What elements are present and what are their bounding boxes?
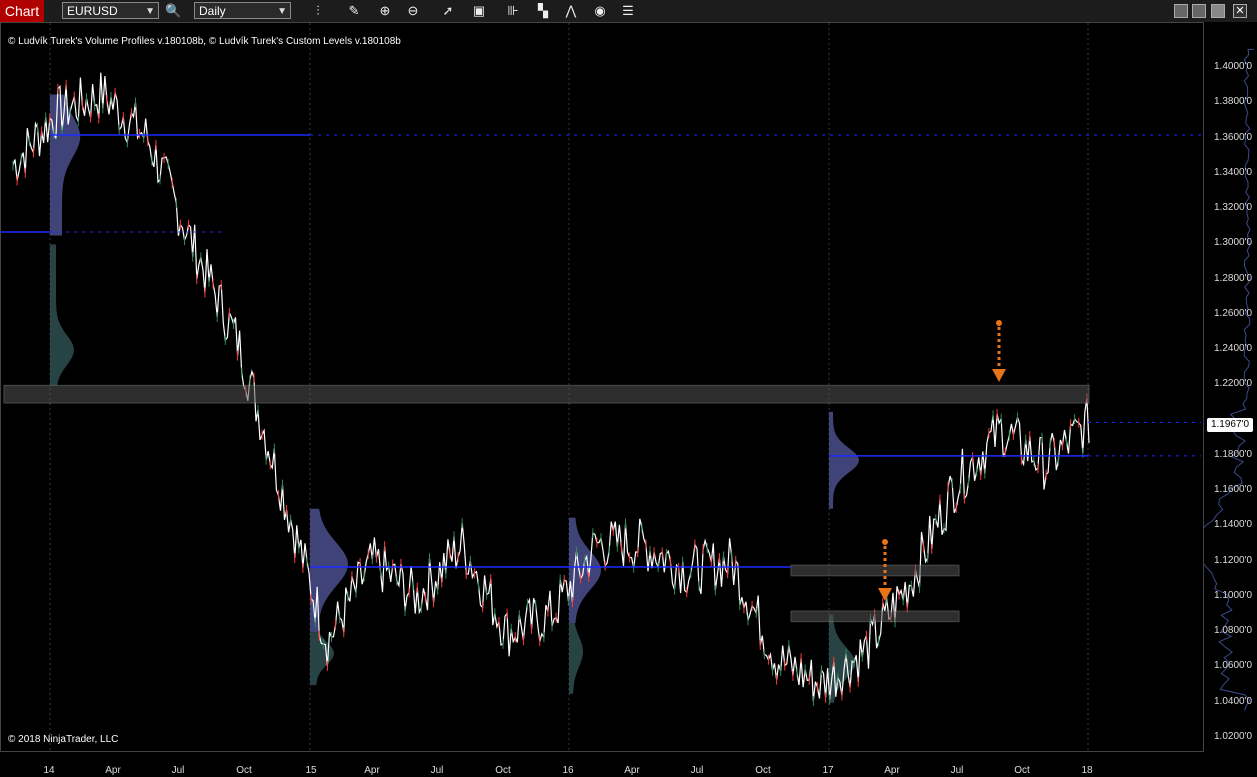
- price-tick-label: 1.3800'0: [1214, 96, 1253, 108]
- support-zone: [790, 564, 960, 577]
- time-tick-label: Apr: [364, 765, 380, 776]
- price-tick-label: 1.1000'0: [1214, 589, 1253, 601]
- bar-spacing-icon[interactable]: ⊪: [505, 3, 521, 19]
- zoom-out-icon[interactable]: ⊖: [405, 3, 421, 19]
- price-tick-label: 1.3600'0: [1214, 131, 1253, 143]
- time-tick-label: 17: [822, 765, 834, 776]
- time-tick-label: 16: [562, 765, 574, 776]
- price-tick-label: 1.0200'0: [1214, 731, 1253, 742]
- data-box-icon[interactable]: ▣: [471, 3, 487, 19]
- price-tick-label: 1.4000'0: [1214, 61, 1253, 72]
- properties-icon[interactable]: ☰: [620, 3, 636, 19]
- price-tick-label: 1.2800'0: [1214, 272, 1253, 284]
- current-price-marker: 1.1967'0: [1207, 418, 1253, 432]
- pointer-icon[interactable]: ➚: [440, 3, 456, 19]
- chart-toolbar: Chart EURUSD ▼ 🔍 Daily ▼ ⫶ ✎ ⊕ ⊖ ➚ ▣ ⊪ ▚…: [0, 0, 1257, 23]
- indicators-label: © Ludvík Turek's Volume Profiles v.18010…: [8, 36, 401, 47]
- time-tick-label: Jul: [690, 765, 704, 776]
- refresh-icon[interactable]: ◉: [592, 3, 608, 19]
- resistance-zone: [3, 384, 1090, 404]
- down-arrow-dot: [996, 320, 1002, 326]
- time-tick-label: Jul: [950, 765, 964, 776]
- down-arrow-dot: [882, 539, 888, 545]
- chevron-down-icon: ▼: [145, 6, 155, 17]
- price-tick-label: 1.0800'0: [1214, 625, 1253, 637]
- instrument-value: EURUSD: [67, 4, 118, 18]
- price-tick-label: 1.1200'0: [1214, 554, 1253, 566]
- minimize-button[interactable]: [1174, 4, 1188, 18]
- chart-tab[interactable]: Chart: [0, 0, 44, 22]
- time-tick-label: Oct: [236, 765, 252, 776]
- bars-icon[interactable]: ⫶: [310, 3, 326, 19]
- time-tick-label: Jul: [171, 765, 185, 776]
- price-tick-label: 1.2200'0: [1214, 378, 1253, 390]
- price-tick-label: 1.0400'0: [1214, 695, 1253, 707]
- search-icon[interactable]: 🔍: [165, 3, 181, 19]
- price-tick-label: 1.1400'0: [1214, 519, 1253, 531]
- price-chart: [1, 23, 1201, 753]
- strategy-icon[interactable]: ⋀: [563, 3, 579, 19]
- down-arrow-head: [992, 369, 1006, 382]
- maximize-button[interactable]: [1211, 4, 1225, 18]
- volume-profile-2014b: [50, 244, 74, 386]
- price-tick-label: 1.0600'0: [1214, 660, 1253, 672]
- price-tick-label: 1.2400'0: [1214, 343, 1253, 355]
- time-tick-label: Oct: [1014, 765, 1030, 776]
- pencil-icon[interactable]: ✎: [346, 3, 362, 19]
- down-arrow-head: [878, 588, 892, 601]
- close-icon[interactable]: ✕: [1233, 4, 1247, 18]
- price-tick-label: 1.3000'0: [1214, 237, 1253, 249]
- time-tick-label: Apr: [884, 765, 900, 776]
- volume-profile-2017a: [829, 411, 859, 509]
- restore-button[interactable]: [1192, 4, 1206, 18]
- time-tick-label: 18: [1081, 765, 1093, 776]
- price-tick-label: 1.3200'0: [1214, 202, 1253, 214]
- instrument-select[interactable]: EURUSD ▼: [62, 2, 159, 19]
- price-tick-label: 1.1600'0: [1214, 484, 1253, 496]
- time-tick-label: 14: [43, 765, 55, 776]
- time-tick-label: Jul: [430, 765, 444, 776]
- price-tick-label: 1.1800'0: [1214, 448, 1253, 460]
- volume-profile-2015b: [310, 632, 334, 686]
- price-tick-label: 1.3400'0: [1214, 166, 1253, 178]
- zoom-in-icon[interactable]: ⊕: [377, 3, 393, 19]
- series-icon[interactable]: ▚: [535, 3, 551, 19]
- copyright-label: © 2018 NinjaTrader, LLC: [8, 734, 119, 745]
- chevron-down-icon: ▼: [277, 6, 287, 17]
- volume-profile-2016b: [569, 623, 583, 694]
- time-tick-label: 15: [305, 765, 317, 776]
- time-tick-label: Apr: [624, 765, 640, 776]
- time-tick-label: Oct: [755, 765, 771, 776]
- price-tick-label: 1.2600'0: [1214, 307, 1253, 319]
- support-zone: [790, 610, 960, 623]
- time-tick-label: Oct: [495, 765, 511, 776]
- time-tick-label: Apr: [105, 765, 121, 776]
- chart-panel[interactable]: [0, 22, 1204, 753]
- interval-select[interactable]: Daily ▼: [194, 2, 291, 19]
- interval-value: Daily: [199, 4, 226, 18]
